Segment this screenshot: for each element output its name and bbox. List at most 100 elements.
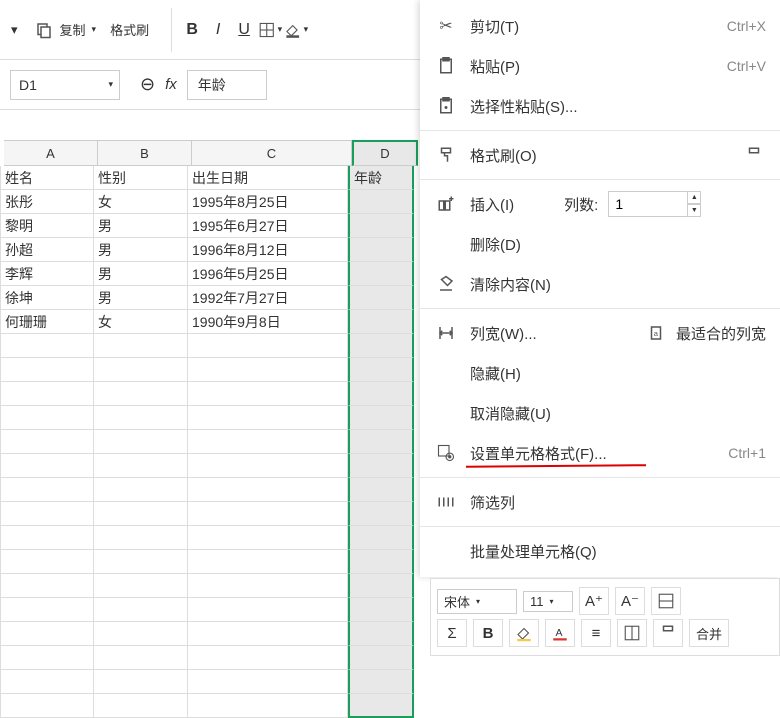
mini-size-select[interactable]: 11▾ [523,591,573,612]
cell[interactable] [0,406,94,430]
cell[interactable] [94,646,188,670]
mini-align[interactable]: ≡ [581,619,611,647]
cell[interactable] [94,550,188,574]
fx-label[interactable]: fx [165,76,177,93]
cell[interactable] [348,262,414,286]
mini-font-select[interactable]: 宋体▾ [437,589,517,614]
cell[interactable] [94,622,188,646]
fill-color-button[interactable]: ▾ [284,18,308,42]
cell[interactable] [348,550,414,574]
cell[interactable] [94,406,188,430]
ctx-paste-special[interactable]: 选择性粘贴(S)... [420,86,780,126]
cell[interactable] [188,406,348,430]
mini-autosum[interactable]: Σ [437,619,467,647]
copy-button[interactable]: 复制▾ [26,14,103,46]
cell[interactable]: 孙超 [0,238,94,262]
italic-button[interactable]: I [206,18,230,42]
bold-button[interactable]: B [180,18,204,42]
cell[interactable] [0,358,94,382]
cell[interactable] [188,526,348,550]
cell[interactable]: 出生日期 [188,166,348,190]
cell[interactable] [0,382,94,406]
ctx-filter[interactable]: 筛选列 [420,482,780,522]
cell[interactable] [0,574,94,598]
ctx-col-width[interactable]: 列宽(W)... a 最适合的列宽 [420,313,780,353]
insert-cols-input[interactable] [608,191,688,217]
cell[interactable]: 徐坤 [0,286,94,310]
cell[interactable] [348,310,414,334]
ctx-format-painter[interactable]: 格式刷(O) [420,135,780,175]
cell[interactable] [188,478,348,502]
cell[interactable]: 男 [94,286,188,310]
mini-borders[interactable] [651,587,681,615]
cell[interactable] [0,430,94,454]
cell[interactable] [0,550,94,574]
cell[interactable] [348,646,414,670]
format-painter-button[interactable]: 格式刷 [104,16,155,43]
cell[interactable]: 性别 [94,166,188,190]
cell[interactable] [348,190,414,214]
cell[interactable] [94,430,188,454]
col-header-D[interactable]: D [352,140,418,166]
cell[interactable] [94,598,188,622]
cell[interactable] [348,454,414,478]
mini-fill-color[interactable] [509,619,539,647]
cell[interactable] [348,286,414,310]
cell[interactable]: 张彤 [0,190,94,214]
mini-font-color[interactable]: A [545,619,575,647]
cell[interactable] [188,670,348,694]
cell[interactable] [0,454,94,478]
underline-button[interactable]: U [232,18,256,42]
cell[interactable] [188,502,348,526]
cell[interactable] [94,454,188,478]
cell[interactable] [0,646,94,670]
mini-bold[interactable]: B [473,619,503,647]
cell[interactable]: 1995年8月25日 [188,190,348,214]
formula-input[interactable]: 年龄 [187,70,267,100]
cell[interactable] [188,694,348,718]
cell[interactable] [348,214,414,238]
cell[interactable] [188,550,348,574]
cell[interactable] [188,430,348,454]
cell[interactable]: 女 [94,310,188,334]
cell[interactable]: 1996年8月12日 [188,238,348,262]
col-header-B[interactable]: B [98,140,192,166]
cell[interactable] [188,334,348,358]
ctx-paste[interactable]: 粘贴(P) Ctrl+V [420,46,780,86]
cell[interactable] [348,358,414,382]
cell[interactable] [94,334,188,358]
cell[interactable] [94,382,188,406]
cell[interactable] [348,622,414,646]
cell[interactable]: 女 [94,190,188,214]
cell[interactable]: 男 [94,262,188,286]
cell[interactable] [0,694,94,718]
ctx-hide[interactable]: 隐藏(H) [420,353,780,393]
borders-button[interactable]: ▾ [258,18,282,42]
cell[interactable] [348,406,414,430]
cell[interactable] [188,382,348,406]
cell[interactable]: 姓名 [0,166,94,190]
mini-inc-font[interactable]: A⁺ [579,587,609,615]
mini-merge[interactable]: 合并 [689,619,729,647]
ctx-unhide[interactable]: 取消隐藏(U) [420,393,780,433]
cell[interactable]: 1992年7月27日 [188,286,348,310]
cell[interactable] [94,358,188,382]
ctx-insert[interactable]: 插入(I) 列数: ▲ ▼ [420,184,780,224]
cell[interactable]: 1995年6月27日 [188,214,348,238]
cell[interactable]: 男 [94,238,188,262]
cell[interactable] [188,574,348,598]
ctx-batch[interactable]: 批量处理单元格(Q) [420,531,780,571]
cell[interactable] [0,526,94,550]
cell[interactable]: 李辉 [0,262,94,286]
cell[interactable] [348,598,414,622]
cell[interactable] [348,238,414,262]
mini-borders2[interactable] [617,619,647,647]
paste-button[interactable]: ▾ [5,18,24,42]
cell[interactable]: 黎明 [0,214,94,238]
zoom-out-icon[interactable]: ⊖ [140,74,155,95]
cell[interactable] [348,382,414,406]
cell[interactable] [0,478,94,502]
cell[interactable] [0,334,94,358]
cell[interactable]: 年龄 [348,166,414,190]
cell[interactable] [348,478,414,502]
